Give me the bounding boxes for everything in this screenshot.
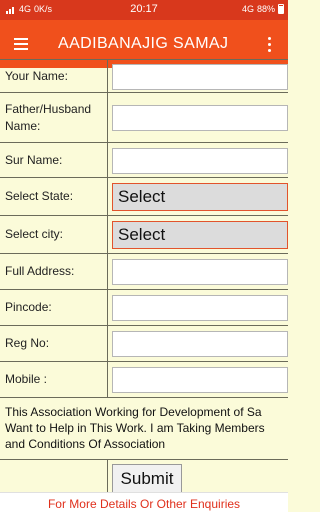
- enquiry-footer[interactable]: For More Details Or Other Enquiries: [0, 492, 288, 512]
- description-line: Want to Help in This Work. I am Taking M…: [5, 421, 265, 435]
- select-state-label: Select State:: [0, 178, 108, 215]
- select-city-label: Select city:: [0, 216, 108, 253]
- association-description: This Association Working for Development…: [0, 397, 288, 459]
- status-right: 4G 88%: [242, 4, 284, 14]
- row-reg-no: Reg No:: [0, 325, 288, 361]
- mobile-input[interactable]: [112, 367, 288, 393]
- battery-percent: 88%: [256, 4, 275, 14]
- battery-icon: [278, 4, 284, 14]
- row-submit: Submit: [0, 459, 288, 494]
- row-select-state: Select State: Select: [0, 177, 288, 215]
- pincode-input[interactable]: [112, 295, 288, 321]
- your-name-input[interactable]: [112, 64, 288, 90]
- row-your-name: Your Name:: [0, 59, 288, 92]
- father-husband-name-label: Father/Husband Name:: [0, 93, 108, 142]
- mobile-label: Mobile :: [0, 362, 108, 397]
- pincode-label: Pincode:: [0, 290, 108, 325]
- sur-name-label: Sur Name:: [0, 143, 108, 177]
- row-pincode: Pincode:: [0, 289, 288, 325]
- reg-no-input[interactable]: [112, 331, 288, 357]
- description-line: This Association Working for Development…: [5, 405, 262, 419]
- row-father-husband-name: Father/Husband Name:: [0, 92, 288, 142]
- your-name-label: Your Name:: [0, 60, 108, 92]
- more-vert-icon[interactable]: [262, 34, 278, 54]
- submit-button[interactable]: Submit: [112, 464, 182, 494]
- network-type-right: 4G: [241, 4, 254, 14]
- reg-no-label: Reg No:: [0, 326, 108, 361]
- row-mobile: Mobile :: [0, 361, 288, 397]
- full-address-label: Full Address:: [0, 254, 108, 289]
- sur-name-input[interactable]: [112, 148, 288, 174]
- submit-row-empty-cell: [0, 460, 108, 493]
- status-bar: 4G 0K/s 20:17 4G 88%: [0, 0, 288, 20]
- hamburger-icon[interactable]: [12, 34, 32, 54]
- father-husband-name-input[interactable]: [112, 105, 288, 131]
- app-title: AADIBANAJIG SAMAJ: [58, 35, 229, 52]
- city-select[interactable]: Select: [112, 221, 288, 249]
- row-sur-name: Sur Name:: [0, 142, 288, 177]
- full-address-input[interactable]: [112, 259, 288, 285]
- state-select[interactable]: Select: [112, 183, 288, 211]
- row-full-address: Full Address:: [0, 253, 288, 289]
- row-select-city: Select city: Select: [0, 215, 288, 253]
- description-line: and Conditions Of Association: [5, 437, 166, 451]
